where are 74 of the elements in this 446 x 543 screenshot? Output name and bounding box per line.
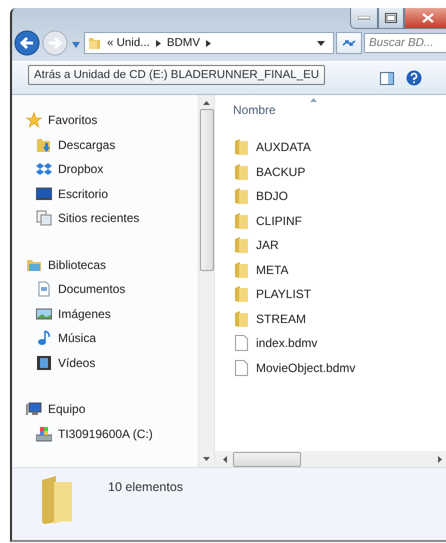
close-button[interactable]	[404, 8, 446, 29]
recent-icon	[36, 210, 52, 226]
sidebar-item[interactable]: Dropbox	[36, 157, 198, 182]
file-item[interactable]: CLIPINF	[235, 208, 446, 233]
sidebar-item[interactable]: Escritorio	[36, 182, 198, 206]
file-icon	[235, 360, 248, 376]
file-item[interactable]: MovieObject.bdmv	[235, 356, 446, 380]
sidebar-item[interactable]: Sitios recientes	[36, 206, 198, 230]
back-button[interactable]	[14, 30, 40, 56]
scroll-up-icon[interactable]	[203, 101, 210, 105]
column-header[interactable]: Nombre	[233, 103, 276, 117]
folder-icon	[88, 36, 101, 50]
file-item[interactable]: BDJO	[235, 184, 446, 208]
close-icon	[422, 13, 434, 23]
file-item[interactable]: JAR	[235, 233, 446, 258]
sort-icon	[310, 98, 317, 102]
scroll-right-icon[interactable]	[438, 456, 442, 462]
file-item[interactable]: PLAYLIST	[235, 282, 446, 306]
folder-icon	[235, 286, 248, 302]
scroll-left-icon[interactable]	[223, 456, 227, 462]
tooltip: Atrás a Unidad de CD (E:) BLADERUNNER_FINAL_EU	[28, 65, 326, 85]
sidebar-item[interactable]: Documentos	[36, 277, 198, 302]
chevron-icon	[156, 40, 161, 46]
refresh-button[interactable]	[336, 32, 362, 54]
dropdown-icon[interactable]	[317, 40, 325, 46]
chevron-icon	[206, 40, 212, 46]
file-item[interactable]: BACKUP	[235, 160, 446, 184]
refresh-icon	[342, 38, 356, 48]
breadcrumb[interactable]: BDMV	[166, 37, 200, 49]
pictures-icon	[36, 306, 52, 322]
folder-icon	[42, 476, 72, 524]
computer-icon	[26, 401, 42, 418]
sidebar-item[interactable]: Música	[36, 326, 198, 350]
breadcrumb[interactable]: « Unid...	[107, 37, 150, 49]
folder-icon	[235, 164, 248, 180]
file-item[interactable]: AUXDATA	[235, 135, 446, 160]
vertical-scrollbar[interactable]	[198, 95, 214, 467]
item-count: 10 elementos	[108, 480, 184, 494]
star-icon	[26, 112, 42, 128]
video-icon	[36, 354, 52, 371]
file-item[interactable]: META	[235, 258, 446, 282]
address-bar[interactable]: « Unid... BDMV	[84, 32, 334, 54]
folder-icon	[235, 139, 248, 156]
folder-icon	[235, 262, 248, 278]
file-item[interactable]: index.bdmv	[235, 331, 446, 356]
maximize-button[interactable]	[378, 8, 404, 29]
preview-pane-button[interactable]	[380, 72, 394, 84]
minimize-icon	[358, 16, 370, 20]
scroll-down-icon[interactable]	[203, 457, 210, 461]
sidebar-item[interactable]: Vídeos	[36, 350, 198, 375]
dropdown-icon	[72, 42, 80, 48]
sidebar-item[interactable]: TI30919600A (C:)	[36, 422, 198, 446]
file-item[interactable]: STREAM	[235, 306, 446, 331]
sidebar-item[interactable]: Imágenes	[36, 302, 198, 326]
search-field[interactable]: Buscar BD...	[364, 33, 446, 53]
drive-icon	[36, 426, 52, 442]
horizontal-scrollbar[interactable]	[215, 451, 446, 467]
file-icon	[235, 335, 248, 352]
help-button[interactable]	[406, 70, 422, 86]
sidebar-group[interactable]: Equipo	[26, 397, 198, 422]
music-icon	[36, 330, 52, 346]
desktop-icon	[36, 186, 52, 202]
downloads-icon	[36, 136, 52, 153]
folder-icon	[235, 188, 248, 204]
dropbox-icon	[36, 161, 52, 178]
folder-icon	[235, 237, 248, 254]
folder-icon	[235, 212, 248, 229]
sidebar-item[interactable]: Descargas	[36, 132, 198, 157]
sidebar-group[interactable]: Favoritos	[26, 108, 198, 132]
minimize-button[interactable]	[350, 8, 378, 29]
folder-icon	[235, 310, 248, 327]
maximize-icon	[385, 13, 397, 23]
document-icon	[36, 281, 52, 298]
sidebar-group[interactable]: Bibliotecas	[26, 252, 198, 277]
